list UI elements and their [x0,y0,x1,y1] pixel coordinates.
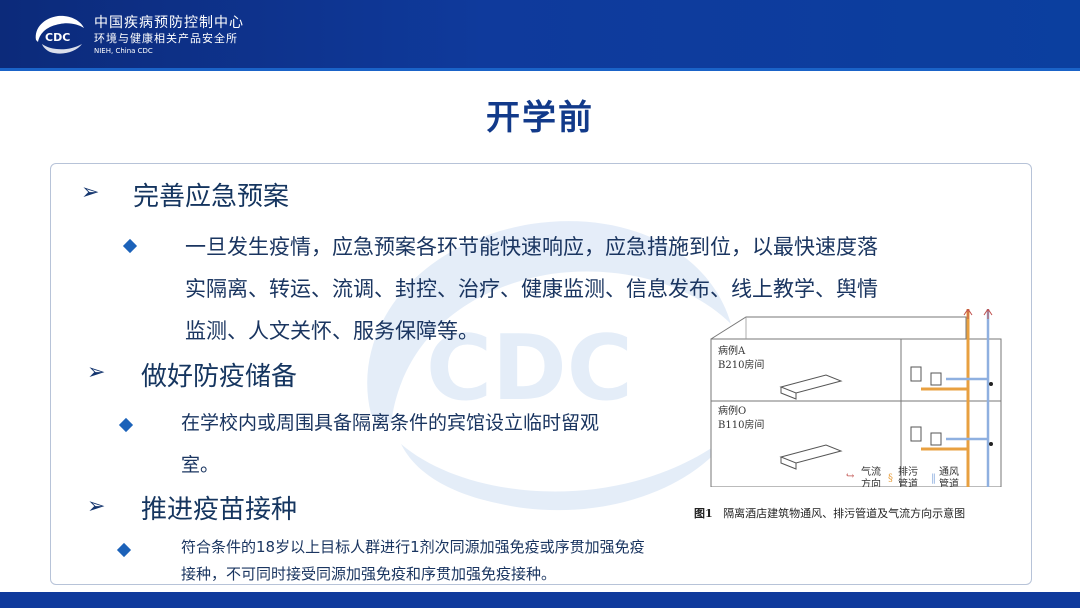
legend-drain-2: 管道 [898,477,918,487]
legend-air-1: 气流 [861,465,881,478]
org-name: 中国疾病预防控制中心 [94,15,244,31]
room-o-label: 病例O [718,404,746,417]
body-line: 实隔离、转运、流调、封控、治疗、健康监测、信息发布、线上教学、舆情 [185,277,878,301]
legend-vent-1: 通风 [939,466,959,478]
header-divider [0,68,1080,71]
section-body-3: 符合条件的18岁以上目标人群进行1剂次同源加强免疫或序贯加强免疫 接种，不可同时… [181,534,741,584]
figure-number: 图1 [694,507,713,520]
diamond-bullet-icon [118,417,134,433]
legend-drain-1: 排污 [898,465,918,478]
section-heading-2: 做好防疫储备 [141,362,298,392]
dept-name-en: NIEH, China CDC [94,47,153,55]
figure-caption-text: 隔离酒店建筑物通风、排污管道及气流方向示意图 [723,507,966,520]
legend-vent-2: 管道 [939,477,959,487]
body-line: 一旦发生疫情，应急预案各环节能快速响应，应急措施到位，以最快速度落 [185,235,878,259]
legend-air-2: 方向 [861,477,881,487]
content-card: CDC ➢ 完善应急预案 一旦发生疫情，应急预案各环节能快速响应，应急措施到位，… [50,163,1032,585]
body-line: 在学校内或周围具备隔离条件的宾馆设立临时留观 [181,412,600,434]
pipe-node [989,442,993,446]
air-flow-legend-icon: ↪ [846,471,854,482]
section-heading-1: 完善应急预案 [133,182,290,212]
diamond-bullet-icon [122,238,138,254]
cdc-logo-icon: CDC [35,15,84,54]
section-heading-3: 推进疫苗接种 [141,495,298,525]
drain-legend-icon: § [888,473,893,484]
body-line: 接种，不可同时接受同源加强免疫和序贯加强免疫接种。 [181,565,557,583]
diamond-bullet-icon [116,542,132,558]
logo-text: CDC [45,31,70,44]
building-outline [710,316,1002,487]
organization-name-block: 中国疾病预防控制中心 环境与健康相关产品安全所 NIEH, China CDC [94,14,244,56]
footer-bar [0,592,1080,608]
building-ventilation-diagram: 病例A B210房间 病例O B110房间 ↪ 气流 方向 § 排污 管道 ‖ … [710,309,1002,487]
arrow-bullet-icon: ➢ [81,180,100,205]
slide-title: 开学前 [486,98,594,138]
air-flow-arrows [963,309,993,319]
section-body-2: 在学校内或周围具备隔离条件的宾馆设立临时留观 室。 [181,402,701,486]
dept-name: 环境与健康相关产品安全所 [94,32,238,45]
pipe-node [989,382,993,386]
room-a-label: 病例A [718,344,746,357]
body-line: 符合条件的18岁以上目标人群进行1剂次同源加强免疫或序贯加强免疫 [181,538,645,556]
arrow-bullet-icon: ➢ [87,494,106,519]
body-line: 室。 [181,454,220,476]
room-a-number: B210房间 [718,358,764,371]
room-o-number: B110房间 [718,418,764,431]
arrow-bullet-icon: ➢ [87,360,106,385]
header-bar: CDC 中国疾病预防控制中心 环境与健康相关产品安全所 NIEH, China … [0,0,1080,68]
diagram-legend: ↪ 气流 方向 § 排污 管道 ‖ 通风 管道 [846,465,959,487]
figure-caption: 图1 隔离酒店建筑物通风、排污管道及气流方向示意图 [694,505,965,521]
vent-legend-icon: ‖ [931,473,936,484]
